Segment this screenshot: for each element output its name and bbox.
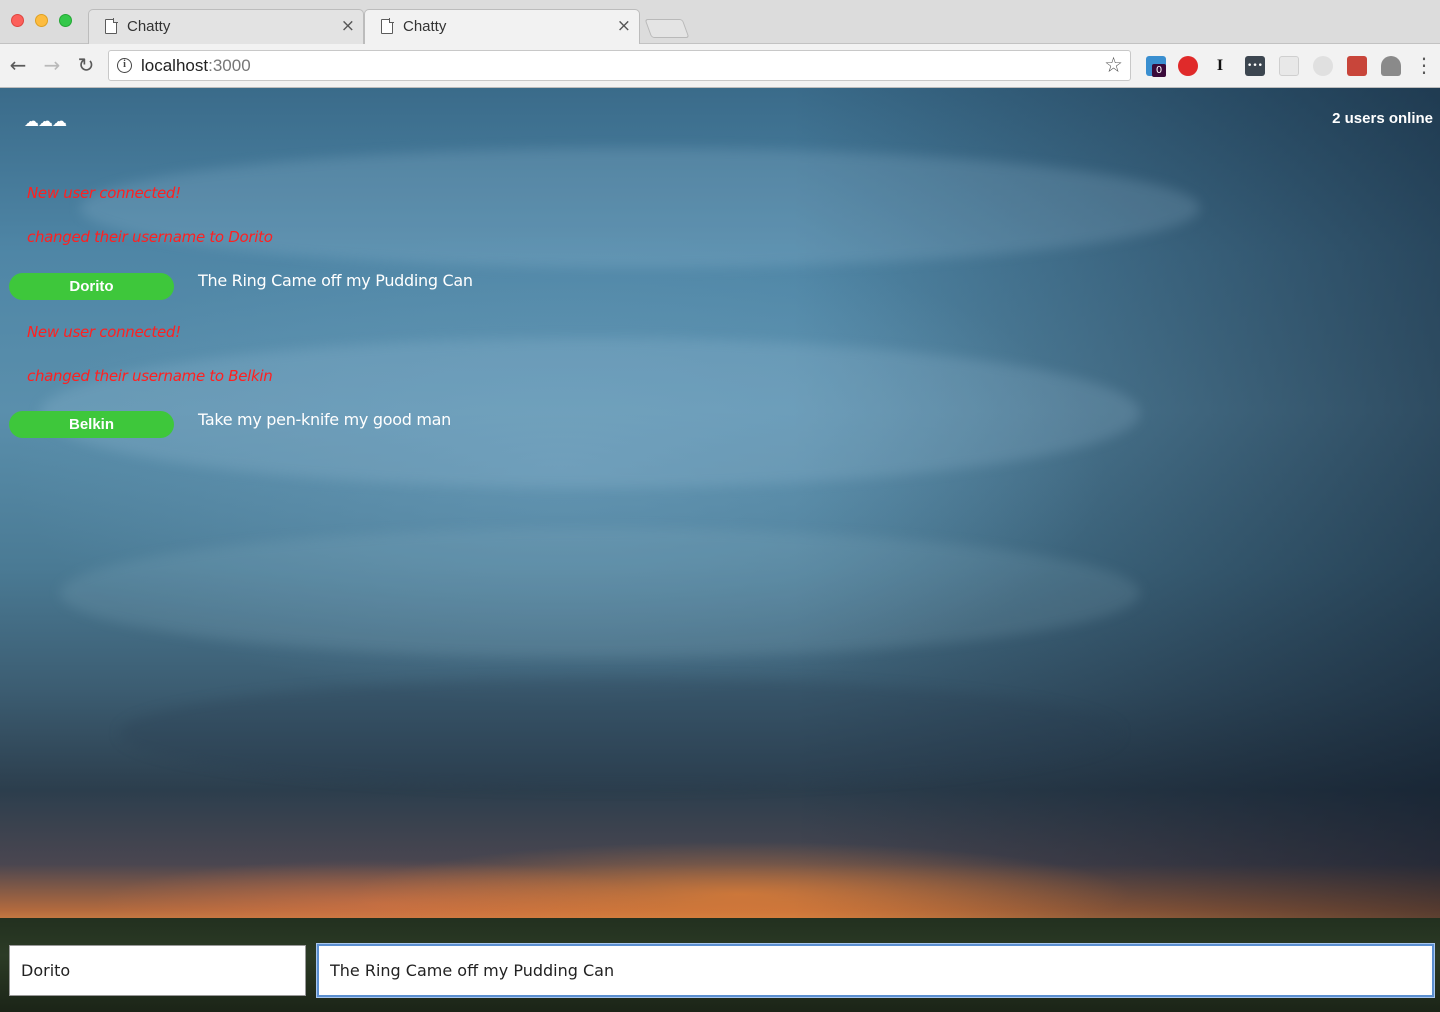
- opera-vpn-icon[interactable]: [1178, 56, 1198, 76]
- tab-title: Chatty: [403, 18, 447, 35]
- document-icon: [105, 18, 118, 34]
- browser-toolbar: ← → ↻ i localhost:3000 ☆ 0 I ••• ⋮: [0, 44, 1440, 88]
- browser-menu-icon[interactable]: ⋮: [1413, 54, 1435, 76]
- lastpass-icon[interactable]: •••: [1245, 56, 1265, 76]
- window-maximize-button[interactable]: [59, 14, 72, 27]
- tab-close-icon[interactable]: ×: [617, 16, 631, 36]
- message-username: Belkin: [9, 411, 174, 438]
- bookmark-star-icon[interactable]: ☆: [1104, 53, 1123, 77]
- chatbar: [0, 941, 1440, 1012]
- users-online-counter: 2 users online: [1332, 110, 1433, 127]
- instapaper-icon[interactable]: I: [1210, 56, 1230, 76]
- message-content: Take my pen-knife my good man: [198, 410, 451, 429]
- system-message: changed their username to Dorito: [27, 228, 273, 246]
- document-icon: [381, 18, 394, 34]
- system-message: changed their username to Belkin: [27, 367, 273, 385]
- forward-arrow-icon[interactable]: →: [41, 54, 63, 76]
- back-arrow-icon[interactable]: ←: [7, 54, 29, 76]
- system-message: New user connected!: [27, 323, 181, 341]
- sync-icon[interactable]: [1313, 56, 1333, 76]
- puzzle-extension-icon[interactable]: [1347, 56, 1367, 76]
- username-input[interactable]: [9, 945, 306, 996]
- browser-tab-bar: Chatty × Chatty ×: [0, 0, 1440, 44]
- message-username: Dorito: [9, 273, 174, 300]
- message-content: The Ring Came off my Pudding Can: [198, 271, 473, 290]
- tab-title: Chatty: [127, 18, 171, 35]
- url-text: localhost:3000: [141, 56, 251, 76]
- url-host: localhost: [141, 56, 209, 75]
- tab-close-icon[interactable]: ×: [341, 16, 355, 36]
- browser-tab-2[interactable]: Chatty ×: [364, 9, 640, 44]
- info-icon[interactable]: i: [117, 58, 132, 73]
- ghostery-badge: 0: [1152, 64, 1166, 77]
- reload-icon[interactable]: ↻: [75, 54, 97, 76]
- cloud-band: [120, 678, 1120, 788]
- cloud-band: [60, 528, 1140, 658]
- cloud-band: [80, 148, 1200, 268]
- ghostery-icon[interactable]: 0: [1146, 56, 1166, 77]
- profile-icon[interactable]: [1381, 56, 1401, 76]
- app-logo[interactable]: ☁☁☁: [24, 112, 67, 130]
- window-close-button[interactable]: [11, 14, 24, 27]
- new-tab-button[interactable]: [644, 19, 690, 38]
- browser-tab-1[interactable]: Chatty ×: [88, 9, 364, 44]
- system-message: New user connected!: [27, 184, 181, 202]
- url-port: :3000: [208, 56, 251, 75]
- reader-icon[interactable]: [1279, 56, 1299, 76]
- address-bar[interactable]: i localhost:3000 ☆: [108, 50, 1131, 81]
- app-navbar: ☁☁☁ 2 users online: [0, 88, 1440, 148]
- chat-app: ☁☁☁ 2 users online New user connected! c…: [0, 88, 1440, 1012]
- window-minimize-button[interactable]: [35, 14, 48, 27]
- message-input[interactable]: [317, 944, 1434, 997]
